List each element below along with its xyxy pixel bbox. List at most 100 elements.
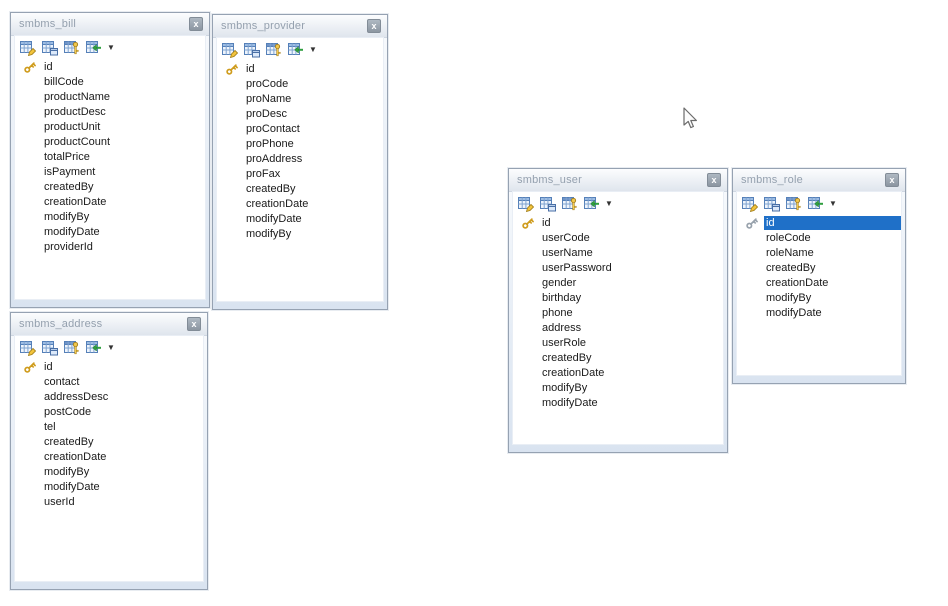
field-row-userId[interactable]: userId (15, 494, 203, 509)
field-row-userPassword[interactable]: userPassword (513, 260, 723, 275)
field-row-phone[interactable]: phone (513, 305, 723, 320)
field-row-userName[interactable]: userName (513, 245, 723, 260)
field-row-proCode[interactable]: proCode (217, 76, 383, 91)
field-row-modifyBy[interactable]: modifyBy (513, 380, 723, 395)
field-row-creationDate[interactable]: creationDate (737, 275, 901, 290)
design-table-icon[interactable] (742, 196, 758, 212)
dropdown-arrow-icon[interactable]: ▼ (309, 42, 317, 58)
window-titlebar[interactable]: smbms_provider x (213, 15, 387, 38)
add-field-icon[interactable] (808, 196, 824, 212)
table-window-smbms_provider[interactable]: smbms_provider x ▼ idproCodeproNameproDe… (212, 14, 388, 310)
field-row-userCode[interactable]: userCode (513, 230, 723, 245)
field-row-isPayment[interactable]: isPayment (15, 164, 205, 179)
field-row-proName[interactable]: proName (217, 91, 383, 106)
field-row-createdBy[interactable]: createdBy (15, 179, 205, 194)
field-row-proDesc[interactable]: proDesc (217, 106, 383, 121)
design-table-icon[interactable] (222, 42, 238, 58)
manage-keys-icon[interactable] (562, 196, 578, 212)
manage-keys-icon[interactable] (64, 340, 80, 356)
close-button[interactable]: x (189, 17, 203, 31)
field-list: idproCodeproNameproDescproContactproPhon… (217, 59, 383, 241)
window-titlebar[interactable]: smbms_user x (509, 169, 727, 192)
add-field-icon[interactable] (86, 40, 102, 56)
field-row-creationDate[interactable]: creationDate (513, 365, 723, 380)
field-row-modifyBy[interactable]: modifyBy (15, 209, 205, 224)
manage-keys-icon[interactable] (786, 196, 802, 212)
duplicate-table-icon[interactable] (42, 340, 58, 356)
field-row-totalPrice[interactable]: totalPrice (15, 149, 205, 164)
manage-keys-icon[interactable] (266, 42, 282, 58)
field-row-creationDate[interactable]: creationDate (15, 194, 205, 209)
design-table-icon[interactable] (20, 40, 36, 56)
field-row-modifyBy[interactable]: modifyBy (15, 464, 203, 479)
field-row-proFax[interactable]: proFax (217, 166, 383, 181)
field-row-modifyDate[interactable]: modifyDate (513, 395, 723, 410)
window-titlebar[interactable]: smbms_role x (733, 169, 905, 192)
field-row-productDesc[interactable]: productDesc (15, 104, 205, 119)
field-row-id[interactable]: id (513, 215, 723, 230)
field-row-addressDesc[interactable]: addressDesc (15, 389, 203, 404)
add-field-icon[interactable] (86, 340, 102, 356)
field-row-modifyDate[interactable]: modifyDate (15, 224, 205, 239)
field-row-tel[interactable]: tel (15, 419, 203, 434)
table-title: smbms_bill (19, 13, 76, 35)
field-row-id[interactable]: id (15, 59, 205, 74)
design-table-icon[interactable] (20, 340, 36, 356)
add-field-icon[interactable] (288, 42, 304, 58)
field-row-userRole[interactable]: userRole (513, 335, 723, 350)
close-button[interactable]: x (707, 173, 721, 187)
field-row-address[interactable]: address (513, 320, 723, 335)
manage-keys-icon[interactable] (64, 40, 80, 56)
dropdown-arrow-icon[interactable]: ▼ (107, 40, 115, 56)
table-window-smbms_role[interactable]: smbms_role x ▼ idroleCoderoleNamecreated… (732, 168, 906, 384)
field-row-creationDate[interactable]: creationDate (217, 196, 383, 211)
field-row-birthday[interactable]: birthday (513, 290, 723, 305)
field-name: creationDate (42, 450, 108, 464)
field-row-createdBy[interactable]: createdBy (513, 350, 723, 365)
field-row-modifyDate[interactable]: modifyDate (737, 305, 901, 320)
field-row-roleName[interactable]: roleName (737, 245, 901, 260)
duplicate-table-icon[interactable] (244, 42, 260, 58)
field-row-createdBy[interactable]: createdBy (217, 181, 383, 196)
field-name: roleName (764, 246, 816, 260)
duplicate-table-icon[interactable] (42, 40, 58, 56)
field-row-proContact[interactable]: proContact (217, 121, 383, 136)
field-row-modifyDate[interactable]: modifyDate (15, 479, 203, 494)
field-row-proAddress[interactable]: proAddress (217, 151, 383, 166)
table-title: smbms_provider (221, 15, 305, 37)
table-window-smbms_bill[interactable]: smbms_bill x ▼ idbillCodeproductNameprod… (10, 12, 210, 308)
close-button[interactable]: x (367, 19, 381, 33)
field-row-createdBy[interactable]: createdBy (15, 434, 203, 449)
close-button[interactable]: x (187, 317, 201, 331)
field-row-productName[interactable]: productName (15, 89, 205, 104)
dropdown-arrow-icon[interactable]: ▼ (829, 196, 837, 212)
dropdown-arrow-icon[interactable]: ▼ (107, 340, 115, 356)
field-row-id[interactable]: id (15, 359, 203, 374)
field-row-creationDate[interactable]: creationDate (15, 449, 203, 464)
field-row-roleCode[interactable]: roleCode (737, 230, 901, 245)
field-row-proPhone[interactable]: proPhone (217, 136, 383, 151)
field-row-contact[interactable]: contact (15, 374, 203, 389)
window-titlebar[interactable]: smbms_bill x (11, 13, 209, 36)
dropdown-arrow-icon[interactable]: ▼ (605, 196, 613, 212)
field-row-providerId[interactable]: providerId (15, 239, 205, 254)
field-row-billCode[interactable]: billCode (15, 74, 205, 89)
field-row-createdBy[interactable]: createdBy (737, 260, 901, 275)
close-button[interactable]: x (885, 173, 899, 187)
table-window-smbms_user[interactable]: smbms_user x ▼ iduserCodeuserNameuserPas… (508, 168, 728, 453)
design-table-icon[interactable] (518, 196, 534, 212)
table-window-smbms_address[interactable]: smbms_address x ▼ idcontactaddressDescpo… (10, 312, 208, 590)
field-row-modifyBy[interactable]: modifyBy (737, 290, 901, 305)
field-row-modifyBy[interactable]: modifyBy (217, 226, 383, 241)
field-row-gender[interactable]: gender (513, 275, 723, 290)
duplicate-table-icon[interactable] (764, 196, 780, 212)
field-row-id[interactable]: id (217, 61, 383, 76)
add-field-icon[interactable] (584, 196, 600, 212)
field-row-productCount[interactable]: productCount (15, 134, 205, 149)
field-row-productUnit[interactable]: productUnit (15, 119, 205, 134)
field-row-id[interactable]: id (737, 215, 901, 230)
window-titlebar[interactable]: smbms_address x (11, 313, 207, 336)
field-row-modifyDate[interactable]: modifyDate (217, 211, 383, 226)
duplicate-table-icon[interactable] (540, 196, 556, 212)
field-row-postCode[interactable]: postCode (15, 404, 203, 419)
